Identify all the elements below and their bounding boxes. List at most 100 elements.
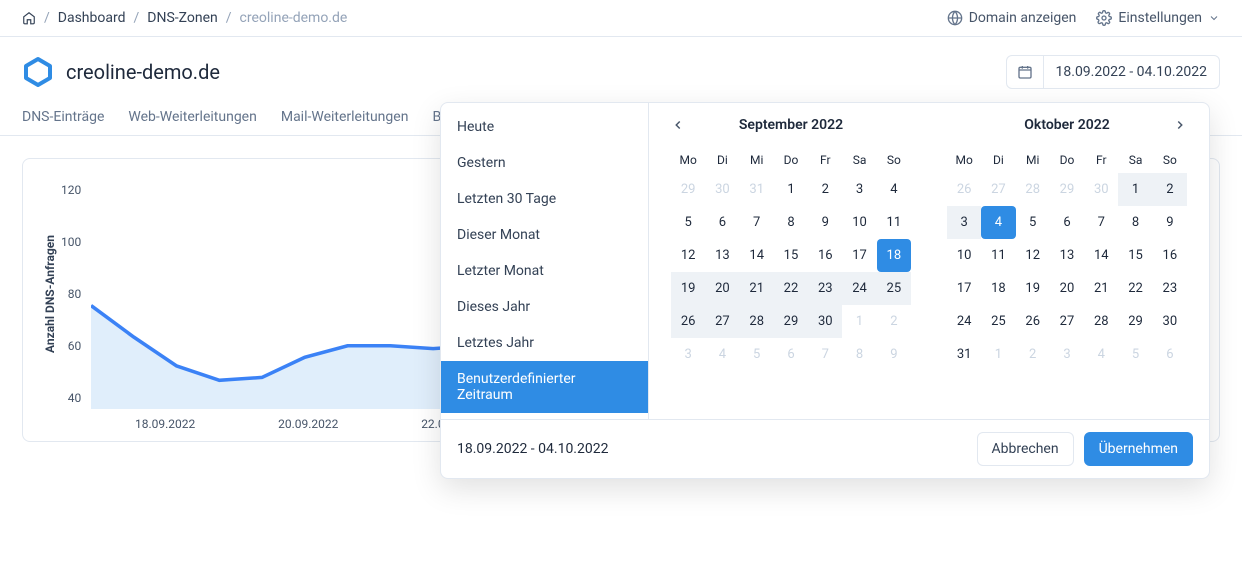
cancel-button[interactable]: Abbrechen [977,432,1074,466]
calendar-day[interactable]: 4 [981,206,1015,239]
calendar-day[interactable]: 16 [1153,239,1187,272]
calendar-day[interactable]: 29 [671,173,705,206]
calendar-day[interactable]: 20 [705,272,739,305]
calendar-day[interactable]: 22 [774,272,808,305]
calendar-day[interactable]: 26 [947,173,981,206]
preset-item[interactable]: Heute [441,109,648,145]
calendar-day[interactable]: 9 [877,338,911,371]
preset-item[interactable]: Benutzerdefinierter Zeitraum [441,361,648,413]
calendar-day[interactable]: 24 [947,305,981,338]
calendar-day[interactable]: 2 [1153,173,1187,206]
calendar-day[interactable]: 28 [1016,173,1050,206]
calendar-day[interactable]: 10 [842,206,876,239]
calendar-day[interactable]: 19 [1016,272,1050,305]
calendar-day[interactable]: 26 [1016,305,1050,338]
breadcrumb-dns-zones[interactable]: DNS-Zonen [147,10,217,26]
tab-web-redirects[interactable]: Web-Weiterleitungen [128,99,256,135]
preset-item[interactable]: Dieses Jahr [441,289,648,325]
calendar-day[interactable]: 9 [808,206,842,239]
calendar-day[interactable]: 3 [1050,338,1084,371]
calendar-day[interactable]: 4 [705,338,739,371]
calendar-day[interactable]: 28 [1084,305,1118,338]
calendar-day[interactable]: 1 [981,338,1015,371]
calendar-day[interactable]: 3 [842,173,876,206]
calendar-day[interactable]: 31 [740,173,774,206]
calendar-day[interactable]: 20 [1050,272,1084,305]
calendar-day[interactable]: 7 [1084,206,1118,239]
calendar-day[interactable]: 19 [671,272,705,305]
tab-dns-entries[interactable]: DNS-Einträge [22,99,104,135]
calendar-day[interactable]: 29 [1118,305,1152,338]
calendar-day[interactable]: 29 [774,305,808,338]
calendar-day[interactable]: 10 [947,239,981,272]
calendar-day[interactable]: 5 [1118,338,1152,371]
view-domain-button[interactable]: Domain anzeigen [947,10,1077,26]
calendar-day[interactable]: 2 [1016,338,1050,371]
calendar-day[interactable]: 27 [981,173,1015,206]
calendar-day[interactable]: 1 [774,173,808,206]
calendar-day[interactable]: 6 [705,206,739,239]
calendar-day[interactable]: 25 [877,272,911,305]
calendar-day[interactable]: 16 [808,239,842,272]
calendar-day[interactable]: 6 [1050,206,1084,239]
next-month-button[interactable] [1173,118,1187,132]
calendar-day[interactable]: 21 [740,272,774,305]
calendar-day[interactable]: 4 [877,173,911,206]
calendar-day[interactable]: 23 [1153,272,1187,305]
calendar-day[interactable]: 11 [877,206,911,239]
home-icon[interactable] [22,11,36,25]
calendar-day[interactable]: 5 [1016,206,1050,239]
calendar-day[interactable]: 27 [1050,305,1084,338]
calendar-day[interactable]: 1 [1118,173,1152,206]
calendar-day[interactable]: 18 [877,239,911,272]
calendar-day[interactable]: 26 [671,305,705,338]
calendar-day[interactable]: 3 [947,206,981,239]
calendar-day[interactable]: 1 [842,305,876,338]
calendar-day[interactable]: 15 [774,239,808,272]
calendar-day[interactable]: 7 [740,206,774,239]
date-range-input[interactable]: 18.09.2022 - 04.10.2022 [1006,55,1220,89]
settings-button[interactable]: Einstellungen [1096,10,1220,26]
calendar-day[interactable]: 5 [740,338,774,371]
calendar-day[interactable]: 8 [1118,206,1152,239]
calendar-day[interactable]: 8 [774,206,808,239]
calendar-day[interactable]: 28 [740,305,774,338]
calendar-day[interactable]: 5 [671,206,705,239]
calendar-day[interactable]: 3 [671,338,705,371]
preset-item[interactable]: Letzter Monat [441,253,648,289]
calendar-day[interactable]: 8 [842,338,876,371]
calendar-day[interactable]: 14 [1084,239,1118,272]
tab-mail-redirects[interactable]: Mail-Weiterleitungen [281,99,409,135]
calendar-day[interactable]: 24 [842,272,876,305]
calendar-day[interactable]: 22 [1118,272,1152,305]
preset-item[interactable]: Letztes Jahr [441,325,648,361]
calendar-day[interactable]: 21 [1084,272,1118,305]
calendar-day[interactable]: 15 [1118,239,1152,272]
calendar-day[interactable]: 6 [774,338,808,371]
calendar-day[interactable]: 29 [1050,173,1084,206]
breadcrumb-dashboard[interactable]: Dashboard [58,10,126,26]
calendar-day[interactable]: 2 [808,173,842,206]
prev-month-button[interactable] [671,118,685,132]
calendar-day[interactable]: 18 [981,272,1015,305]
calendar-day[interactable]: 27 [705,305,739,338]
calendar-day[interactable]: 30 [1084,173,1118,206]
calendar-day[interactable]: 30 [705,173,739,206]
preset-item[interactable]: Gestern [441,145,648,181]
calendar-day[interactable]: 4 [1084,338,1118,371]
apply-button[interactable]: Übernehmen [1084,432,1193,466]
preset-item[interactable]: Letzten 30 Tage [441,181,648,217]
calendar-day[interactable]: 25 [981,305,1015,338]
calendar-day[interactable]: 13 [705,239,739,272]
calendar-day[interactable]: 17 [842,239,876,272]
calendar-day[interactable]: 2 [877,305,911,338]
calendar-day[interactable]: 30 [1153,305,1187,338]
calendar-day[interactable]: 12 [1016,239,1050,272]
calendar-day[interactable]: 14 [740,239,774,272]
calendar-day[interactable]: 17 [947,272,981,305]
calendar-day[interactable]: 11 [981,239,1015,272]
calendar-day[interactable]: 30 [808,305,842,338]
calendar-day[interactable]: 23 [808,272,842,305]
preset-item[interactable]: Dieser Monat [441,217,648,253]
calendar-day[interactable]: 7 [808,338,842,371]
